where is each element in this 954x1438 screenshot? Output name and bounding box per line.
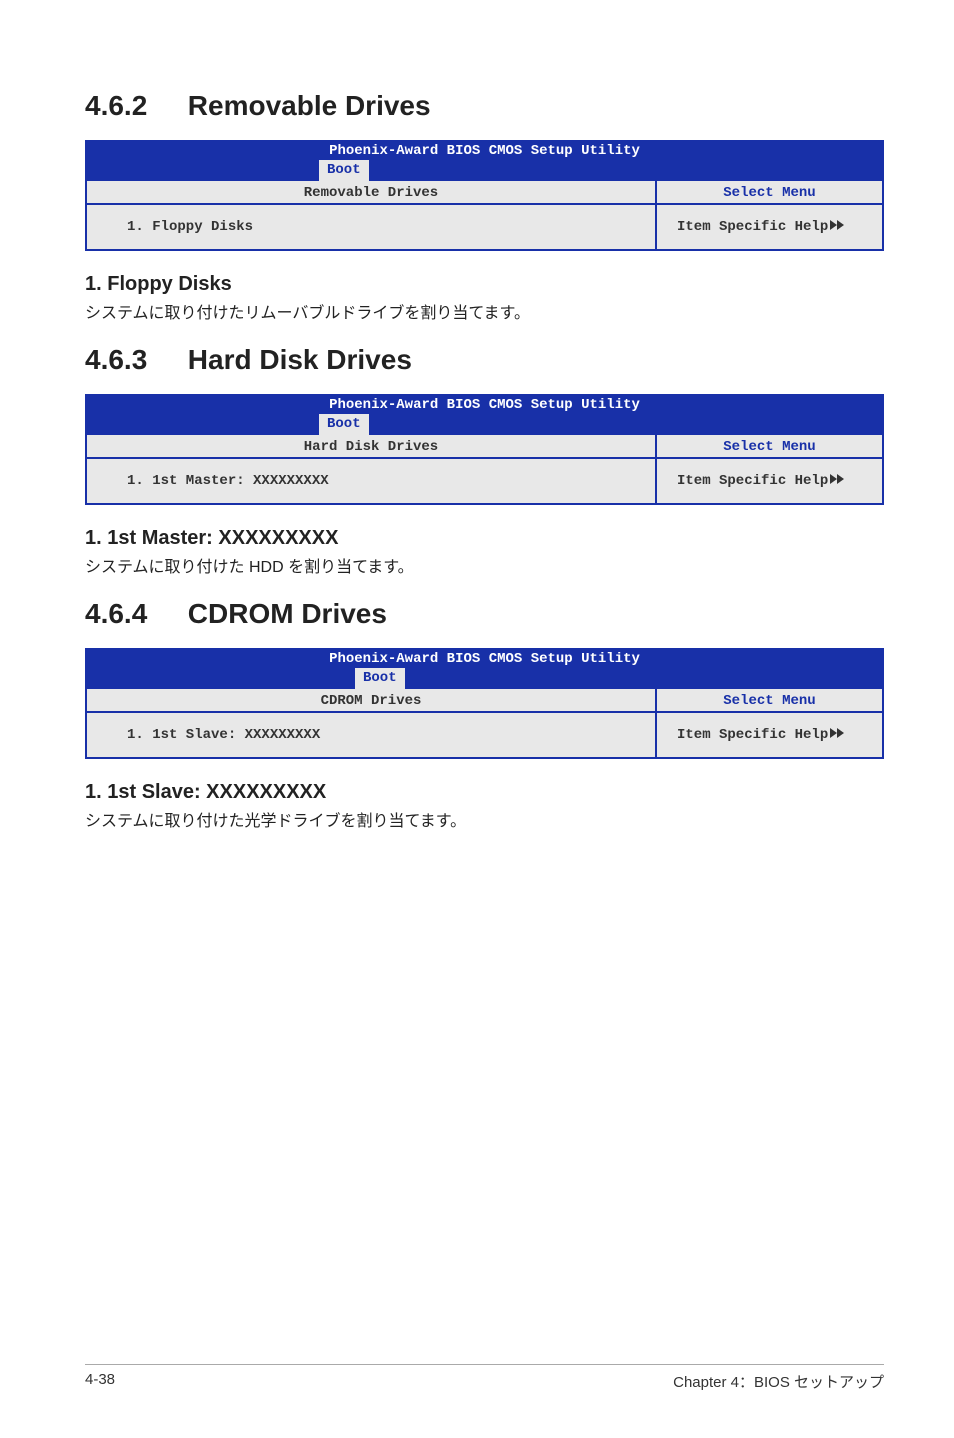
para-master: システムに取り付けた HDD を割り当てます。: [85, 556, 884, 580]
bios-item-floppy: 1. Floppy Disks: [87, 205, 657, 249]
bios-tab-row: Boot: [87, 668, 882, 689]
chapter-label: Chapter 4：BIOS セットアップ: [673, 1371, 884, 1392]
triangle-icon: [828, 727, 837, 743]
bios-tab-row: Boot: [87, 160, 882, 181]
heading-464-num: 4.6.4: [85, 598, 180, 630]
heading-462-num: 4.6.2: [85, 90, 180, 122]
bios-header-left: Hard Disk Drives: [87, 435, 657, 459]
bios-tab-boot: Boot: [317, 414, 371, 435]
bios-title: Phoenix-Award BIOS CMOS Setup Utility: [87, 650, 882, 668]
page-body: 4.6.2 Removable Drives Phoenix-Award BIO…: [0, 0, 954, 834]
bios-box-cdrom: Phoenix-Award BIOS CMOS Setup Utility Bo…: [85, 648, 884, 759]
sub-heading-master: 1. 1st Master: XXXXXXXXX: [85, 527, 884, 550]
bios-header-right: Select Menu: [657, 181, 882, 205]
bios-help-label: Item Specific Help: [677, 727, 828, 743]
heading-463-title: Hard Disk Drives: [188, 344, 412, 375]
triangle-icon: [837, 473, 844, 489]
bios-header-row: CDROM Drives Select Menu: [87, 689, 882, 713]
triangle-icon: [828, 219, 837, 235]
sub-heading-floppy: 1. Floppy Disks: [85, 273, 884, 296]
bios-header-left: CDROM Drives: [87, 689, 657, 713]
bios-title: Phoenix-Award BIOS CMOS Setup Utility: [87, 142, 882, 160]
heading-464-title: CDROM Drives: [188, 598, 387, 629]
bios-help-text: Item Specific Help: [657, 713, 882, 757]
triangle-icon: [828, 473, 837, 489]
bios-box-hdd: Phoenix-Award BIOS CMOS Setup Utility Bo…: [85, 394, 884, 505]
heading-463-num: 4.6.3: [85, 344, 180, 376]
bios-help-label: Item Specific Help: [677, 473, 828, 489]
bios-help-text: Item Specific Help: [657, 205, 882, 249]
bios-body-row: 1. 1st Master: XXXXXXXXX Item Specific H…: [87, 459, 882, 503]
bios-help-label: Item Specific Help: [677, 219, 828, 235]
para-slave: システムに取り付けた光学ドライブを割り当てます。: [85, 810, 884, 834]
heading-464: 4.6.4 CDROM Drives: [85, 598, 884, 630]
page-number: 4-38: [85, 1371, 115, 1392]
bios-title: Phoenix-Award BIOS CMOS Setup Utility: [87, 396, 882, 414]
triangle-icon: [837, 219, 844, 235]
heading-462-title: Removable Drives: [188, 90, 431, 121]
triangle-icon: [837, 727, 844, 743]
bios-item-slave: 1. 1st Slave: XXXXXXXXX: [87, 713, 657, 757]
bios-item-master: 1. 1st Master: XXXXXXXXX: [87, 459, 657, 503]
bios-tab-row: Boot: [87, 414, 882, 435]
bios-header-row: Hard Disk Drives Select Menu: [87, 435, 882, 459]
sub-heading-slave: 1. 1st Slave: XXXXXXXXX: [85, 781, 884, 804]
para-floppy: システムに取り付けたリムーバブルドライブを割り当てます。: [85, 302, 884, 326]
bios-body-row: 1. Floppy Disks Item Specific Help: [87, 205, 882, 249]
bios-header-right: Select Menu: [657, 435, 882, 459]
bios-tab-boot: Boot: [353, 668, 407, 689]
bios-body-row: 1. 1st Slave: XXXXXXXXX Item Specific He…: [87, 713, 882, 757]
bios-header-right: Select Menu: [657, 689, 882, 713]
bios-header-left: Removable Drives: [87, 181, 657, 205]
page-footer: 4-38 Chapter 4：BIOS セットアップ: [85, 1364, 884, 1392]
bios-box-removable: Phoenix-Award BIOS CMOS Setup Utility Bo…: [85, 140, 884, 251]
bios-help-text: Item Specific Help: [657, 459, 882, 503]
bios-header-row: Removable Drives Select Menu: [87, 181, 882, 205]
bios-tab-boot: Boot: [317, 160, 371, 181]
heading-463: 4.6.3 Hard Disk Drives: [85, 344, 884, 376]
heading-462: 4.6.2 Removable Drives: [85, 90, 884, 122]
